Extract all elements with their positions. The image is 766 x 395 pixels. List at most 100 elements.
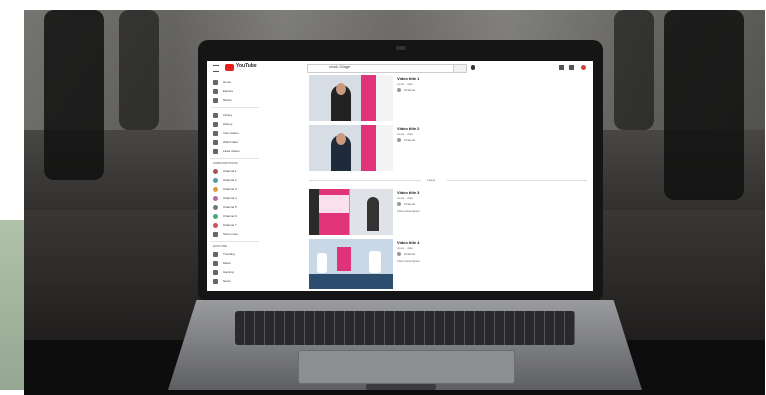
- youtube-logo-text[interactable]: YouTube: [236, 63, 257, 69]
- channel-avatar-icon[interactable]: [397, 138, 401, 142]
- divider: [211, 241, 259, 242]
- library-icon: [213, 112, 218, 118]
- section-label: Latest: [427, 178, 436, 182]
- video-title[interactable]: Video title 2: [397, 126, 419, 131]
- speaker-face: [336, 83, 346, 95]
- channel-avatar-icon[interactable]: [397, 202, 401, 206]
- video-title[interactable]: Video title 4: [397, 240, 419, 245]
- channel-avatar-icon: [213, 195, 218, 201]
- video-result[interactable]: Video title 1 views · date Channel: [309, 75, 589, 123]
- sidebar-item-label: Channel 3: [223, 187, 237, 191]
- sidebar: Home Explore Shorts Library History Your…: [207, 77, 263, 291]
- video-description: Video description: [397, 209, 420, 213]
- sidebar-item-music[interactable]: Music: [213, 260, 261, 266]
- thumbnail-banner: [319, 195, 349, 213]
- sidebar-item-sub[interactable]: Channel 1: [213, 168, 261, 174]
- chair-right-2: [614, 10, 654, 130]
- apps-icon[interactable]: [569, 65, 574, 70]
- channel-avatar-icon: [213, 177, 218, 183]
- divider: [211, 107, 259, 108]
- sidebar-item-gaming[interactable]: Gaming: [213, 269, 261, 275]
- sidebar-item-label: Channel 6: [223, 214, 237, 218]
- sidebar-item-liked[interactable]: Liked videos: [213, 148, 261, 154]
- shorts-icon: [213, 97, 218, 103]
- sidebar-item-sub[interactable]: Channel 6: [213, 213, 261, 219]
- sidebar-item-label: Shorts: [223, 98, 232, 102]
- sidebar-item-sub[interactable]: Channel 3: [213, 186, 261, 192]
- divider: [447, 180, 587, 181]
- sidebar-item-news[interactable]: News: [213, 278, 261, 284]
- sidebar-item-label: Music: [223, 261, 231, 265]
- youtube-logo-icon[interactable]: [225, 64, 234, 71]
- sidebar-item-label: Watch later: [223, 140, 239, 144]
- channel-avatar-icon: [213, 186, 218, 192]
- channel-name[interactable]: Channel: [404, 202, 415, 206]
- sidebar-item-sub[interactable]: Channel 7: [213, 222, 261, 228]
- sidebar-item-label: News: [223, 279, 231, 283]
- sidebar-item-label: Channel 4: [223, 196, 237, 200]
- channel-name[interactable]: Channel: [404, 88, 415, 92]
- microphone-icon[interactable]: [471, 65, 475, 70]
- laptop-keyboard: [235, 311, 575, 345]
- chair-left-1: [44, 10, 104, 180]
- sidebar-item-sub[interactable]: Channel 5: [213, 204, 261, 210]
- sidebar-item-explore[interactable]: Explore: [213, 88, 261, 94]
- video-thumbnail[interactable]: [309, 75, 393, 121]
- speaker-face: [336, 133, 346, 145]
- sidebar-item-watch-later[interactable]: Watch later: [213, 139, 261, 145]
- compass-icon: [213, 88, 218, 94]
- sidebar-item-history[interactable]: History: [213, 121, 261, 127]
- sidebar-item-label: Gaming: [223, 270, 234, 274]
- search-button[interactable]: [453, 64, 467, 73]
- sidebar-item-sub[interactable]: Channel 2: [213, 177, 261, 183]
- video-result[interactable]: Video title 3 views · date Channel Video…: [309, 189, 589, 237]
- thumbs-up-icon: [213, 148, 218, 154]
- video-description: Video description: [397, 259, 420, 263]
- avatar[interactable]: [581, 65, 586, 70]
- video-result[interactable]: Video title 2 views · date Channel: [309, 125, 589, 173]
- sidebar-item-shorts[interactable]: Shorts: [213, 97, 261, 103]
- laptop-notch: [366, 384, 436, 390]
- channel-avatar-icon: [213, 168, 218, 174]
- subscriptions-heading: SUBSCRIPTIONS: [213, 161, 238, 165]
- webcam: [396, 46, 406, 50]
- chevron-down-icon: [213, 231, 218, 237]
- channel-avatar-icon: [213, 204, 218, 210]
- channel-name[interactable]: Channel: [404, 138, 415, 142]
- video-title[interactable]: Video title 3: [397, 190, 419, 195]
- channel-name[interactable]: Channel: [404, 252, 415, 256]
- video-meta: views · date: [397, 82, 414, 86]
- sidebar-item-label: Trending: [223, 252, 235, 256]
- channel-avatar-icon: [213, 222, 218, 228]
- video-thumbnail[interactable]: [309, 189, 393, 235]
- create-icon[interactable]: [559, 65, 564, 70]
- video-thumbnail[interactable]: [309, 239, 393, 289]
- video-thumbnail[interactable]: [309, 125, 393, 171]
- chair-left-2: [119, 10, 159, 130]
- photo: YouTube cicek 20age Home Explore Shorts …: [0, 0, 766, 395]
- video-title[interactable]: Video title 1: [397, 76, 419, 81]
- sidebar-item-home[interactable]: Home: [213, 79, 261, 85]
- video-result[interactable]: Video title 4 views · date Channel Video…: [309, 239, 589, 289]
- history-icon: [213, 121, 218, 127]
- sidebar-item-label: Your videos: [223, 131, 239, 135]
- sidebar-item-show-more[interactable]: Show more: [213, 231, 261, 237]
- sidebar-item-sub[interactable]: Channel 4: [213, 195, 261, 201]
- video-meta: views · date: [397, 196, 414, 200]
- divider: [309, 180, 421, 181]
- sidebar-item-label: Explore: [223, 89, 234, 93]
- thumbnail-letter-r: [337, 247, 351, 271]
- search-query: cicek 20age: [329, 64, 351, 69]
- sidebar-item-library[interactable]: Library: [213, 112, 261, 118]
- sidebar-item-label: Library: [223, 113, 233, 117]
- channel-avatar-icon: [213, 213, 218, 219]
- channel-avatar-icon[interactable]: [397, 252, 401, 256]
- plant-strip: [0, 220, 24, 390]
- clock-icon: [213, 139, 218, 145]
- youtube-header: YouTube cicek 20age: [207, 61, 593, 75]
- sidebar-item-trending[interactable]: Trending: [213, 251, 261, 257]
- hamburger-menu-icon[interactable]: [213, 65, 219, 72]
- sidebar-item-your-videos[interactable]: Your videos: [213, 130, 261, 136]
- sidebar-item-label: Channel 5: [223, 205, 237, 209]
- channel-avatar-icon[interactable]: [397, 88, 401, 92]
